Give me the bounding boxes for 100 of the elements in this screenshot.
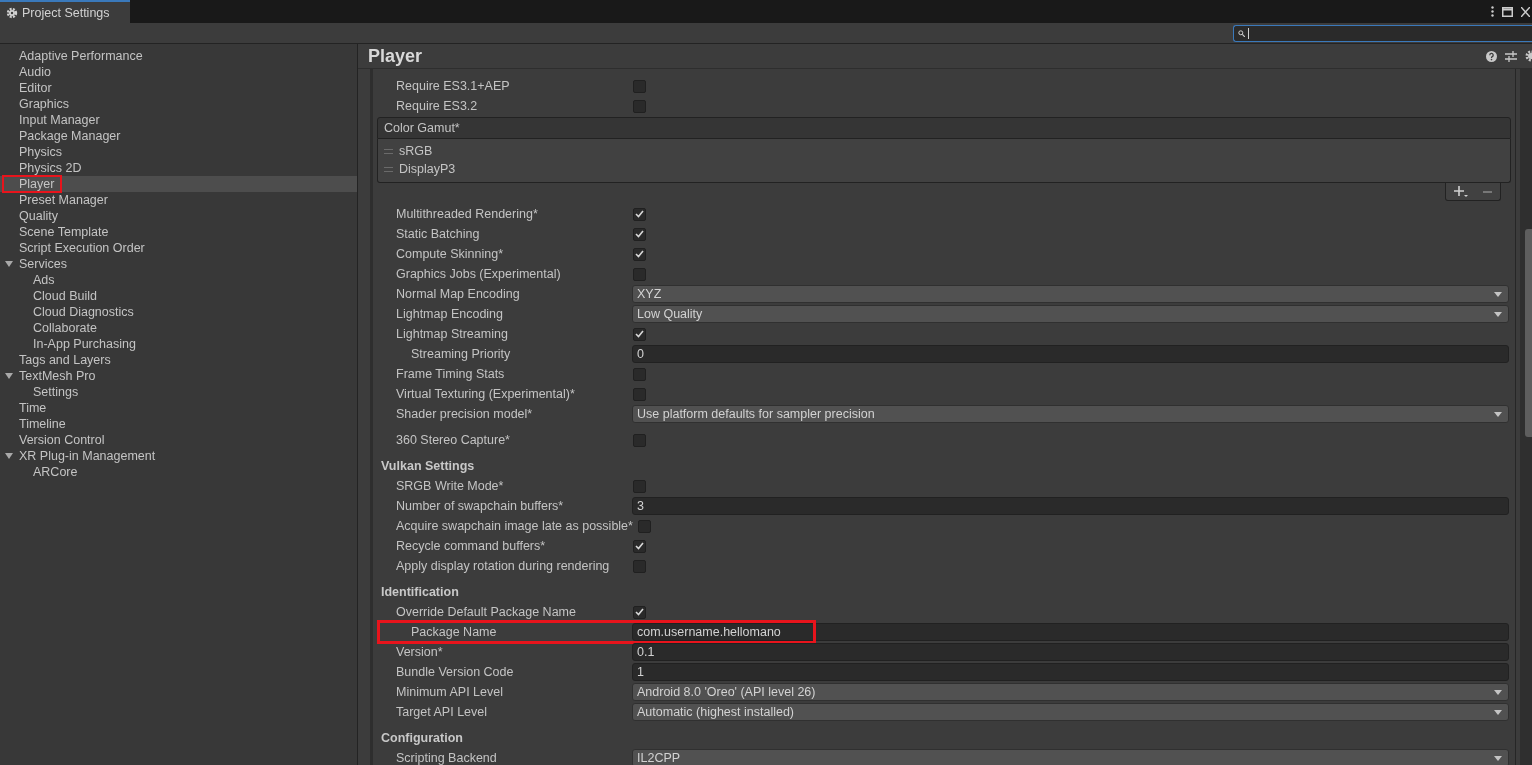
- expanded-arrow-icon[interactable]: [4, 372, 13, 380]
- sidebar-item[interactable]: Physics: [0, 144, 357, 160]
- sidebar-item[interactable]: Editor: [0, 80, 357, 96]
- setting-label: Package Name: [410, 625, 498, 639]
- section-title: Configuration: [380, 730, 464, 747]
- checkbox[interactable]: [633, 207, 646, 221]
- sidebar-item[interactable]: Tags and Layers: [0, 352, 357, 368]
- sidebar-item[interactable]: XR Plug-in Management: [0, 448, 357, 464]
- setting-label: Minimum API Level: [395, 685, 504, 699]
- checkbox[interactable]: [633, 433, 646, 447]
- setting-label: Streaming Priority: [410, 347, 512, 361]
- sidebar-item[interactable]: Collaborate: [0, 320, 357, 336]
- scrollbar[interactable]: [1520, 69, 1532, 765]
- sidebar-item[interactable]: Player: [0, 176, 357, 192]
- sidebar-item[interactable]: Time: [0, 400, 357, 416]
- sidebar-item[interactable]: Version Control: [0, 432, 357, 448]
- sidebar-item[interactable]: Audio: [0, 64, 357, 80]
- checkbox[interactable]: [637, 519, 651, 533]
- sidebar-item[interactable]: Preset Manager: [0, 192, 357, 208]
- dropdown[interactable]: Automatic (highest installed): [632, 703, 1509, 721]
- sidebar-item[interactable]: Adaptive Performance: [0, 48, 357, 64]
- setting-label: Compute Skinning*: [395, 247, 504, 261]
- dropdown[interactable]: Use platform defaults for sampler precision: [632, 405, 1509, 423]
- setting-label: Require ES3.1+AEP: [395, 79, 511, 93]
- setting-label: Require ES3.2: [395, 99, 479, 113]
- sidebar-item[interactable]: Package Manager: [0, 128, 357, 144]
- sidebar-item[interactable]: Settings: [0, 384, 357, 400]
- setting-label: Version*: [395, 645, 444, 659]
- setting-label: Scripting Backend: [395, 751, 498, 765]
- search-field[interactable]: [1233, 24, 1532, 42]
- text-field[interactable]: 3: [632, 497, 1509, 515]
- setting-label: Acquire swapchain image late as possible*: [395, 519, 634, 533]
- sidebar-item[interactable]: In-App Purchasing: [0, 336, 357, 352]
- dropdown[interactable]: Low Quality: [632, 305, 1509, 323]
- gear-icon: [6, 6, 18, 19]
- dropdown[interactable]: XYZ: [632, 285, 1509, 303]
- setting-label: Multithreaded Rendering*: [395, 207, 539, 221]
- text-field[interactable]: 0.1: [632, 643, 1509, 661]
- sidebar-item[interactable]: Ads: [0, 272, 357, 288]
- text-field[interactable]: 0: [632, 345, 1509, 363]
- checkbox[interactable]: [633, 99, 646, 113]
- setting-label: SRGB Write Mode*: [395, 479, 505, 493]
- sidebar-item[interactable]: TextMesh Pro: [0, 368, 357, 384]
- add-icon[interactable]: [1453, 185, 1468, 198]
- checkbox[interactable]: [633, 539, 646, 553]
- list-item[interactable]: sRGB: [384, 142, 1510, 160]
- expanded-arrow-icon[interactable]: [4, 260, 13, 268]
- checkbox[interactable]: [633, 479, 646, 493]
- list-header: Color Gamut*: [377, 117, 1511, 139]
- settings-icon[interactable]: [1525, 50, 1532, 62]
- drag-handle-icon[interactable]: [384, 166, 393, 172]
- dropdown-arrow-icon: [1494, 311, 1502, 317]
- setting-label: Number of swapchain buffers*: [395, 499, 565, 513]
- setting-label: Apply display rotation during rendering: [395, 559, 611, 573]
- sidebar-item[interactable]: Cloud Build: [0, 288, 357, 304]
- dropdown-arrow-icon: [1494, 689, 1502, 695]
- setting-label: Static Batching: [395, 227, 481, 241]
- checkbox[interactable]: [633, 247, 646, 261]
- sidebar-item[interactable]: Scene Template: [0, 224, 357, 240]
- sidebar-item[interactable]: ARCore: [0, 464, 357, 480]
- setting-label: Shader precision model*: [395, 407, 534, 421]
- sidebar-item[interactable]: Graphics: [0, 96, 357, 112]
- sidebar-item[interactable]: Input Manager: [0, 112, 357, 128]
- close-icon[interactable]: [1521, 6, 1530, 17]
- dropdown[interactable]: IL2CPP: [632, 749, 1509, 765]
- checkbox[interactable]: [633, 367, 646, 381]
- sidebar-item[interactable]: Physics 2D: [0, 160, 357, 176]
- sliders-icon[interactable]: [1505, 50, 1517, 62]
- sidebar-item[interactable]: Timeline: [0, 416, 357, 432]
- checkbox[interactable]: [633, 227, 646, 241]
- checkbox[interactable]: [633, 79, 646, 93]
- dropdown-arrow-icon: [1494, 411, 1502, 417]
- sidebar-item[interactable]: Services: [0, 256, 357, 272]
- setting-label: Virtual Texturing (Experimental)*: [395, 387, 576, 401]
- setting-label: Lightmap Encoding: [395, 307, 505, 321]
- window-tab[interactable]: Project Settings: [0, 0, 130, 23]
- list-item[interactable]: DisplayP3: [384, 160, 1510, 178]
- sidebar-item[interactable]: Quality: [0, 208, 357, 224]
- dropdown-arrow-icon: [1494, 291, 1502, 297]
- checkbox[interactable]: [633, 327, 646, 341]
- setting-label: Graphics Jobs (Experimental): [395, 267, 562, 281]
- setting-label: Target API Level: [395, 705, 489, 719]
- setting-label: Recycle command buffers*: [395, 539, 547, 553]
- text-field[interactable]: com.username.hellomano: [632, 623, 1509, 641]
- help-icon[interactable]: [1486, 50, 1497, 62]
- dropdown[interactable]: Android 8.0 'Oreo' (API level 26): [632, 683, 1509, 701]
- maximize-icon[interactable]: [1502, 6, 1513, 17]
- text-field[interactable]: 1: [632, 663, 1509, 681]
- expanded-arrow-icon[interactable]: [4, 452, 13, 460]
- checkbox[interactable]: [633, 559, 646, 573]
- dropdown-arrow-icon: [1494, 755, 1502, 761]
- checkbox[interactable]: [633, 267, 646, 281]
- more-options-icon[interactable]: [1491, 6, 1494, 17]
- setting-label: Lightmap Streaming: [395, 327, 509, 341]
- drag-handle-icon[interactable]: [384, 148, 393, 154]
- checkbox[interactable]: [633, 387, 646, 401]
- sidebar-item[interactable]: Script Execution Order: [0, 240, 357, 256]
- sidebar-item[interactable]: Cloud Diagnostics: [0, 304, 357, 320]
- setting-label: Normal Map Encoding: [395, 287, 521, 301]
- checkbox[interactable]: [633, 605, 646, 619]
